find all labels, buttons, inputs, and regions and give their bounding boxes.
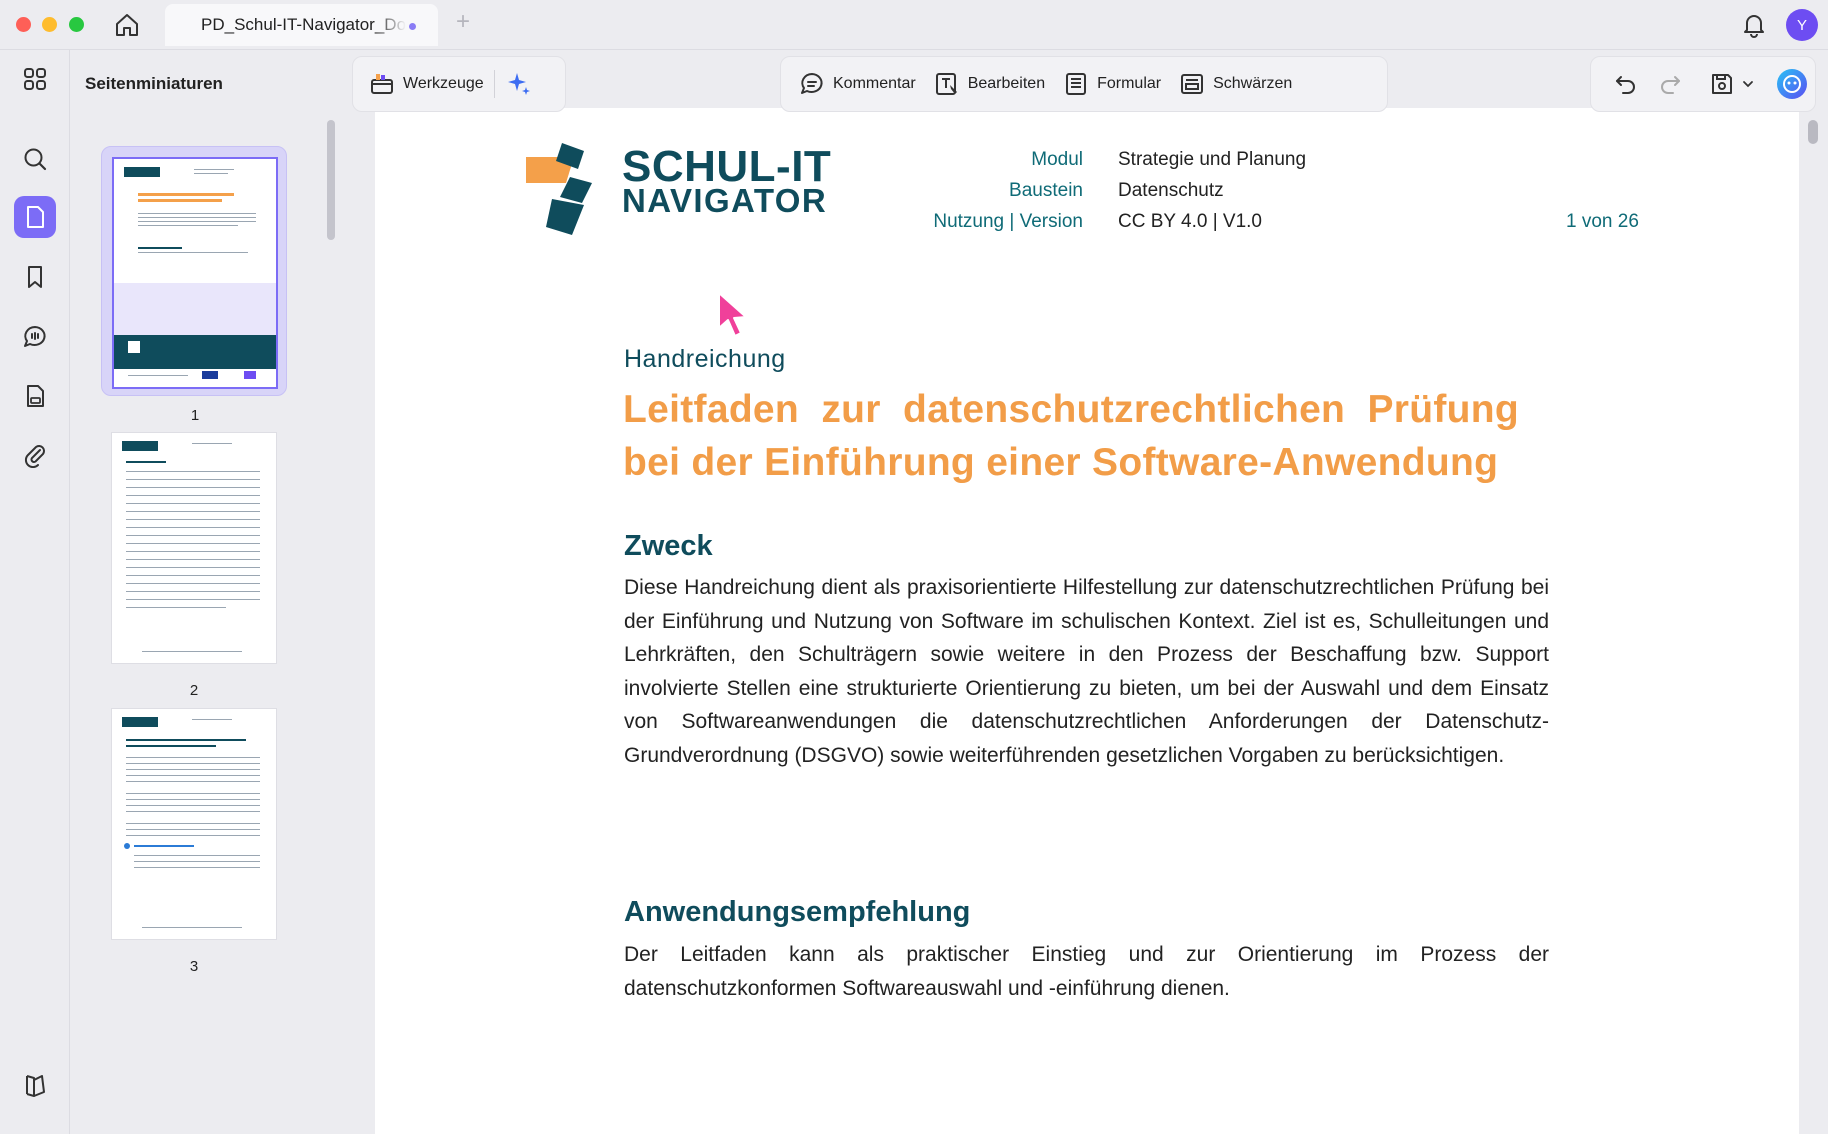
section-title-anwendungsempfehlung: Anwendungsempfehlung bbox=[624, 896, 971, 928]
document-eyebrow: Handreichung bbox=[624, 345, 786, 373]
avatar[interactable]: Y bbox=[1786, 9, 1818, 41]
comment-label: Kommentar bbox=[833, 75, 916, 92]
minimize-window-button[interactable] bbox=[42, 17, 57, 32]
undo-icon[interactable] bbox=[1613, 71, 1639, 97]
ai-assistant-icon[interactable] bbox=[1775, 67, 1809, 101]
document-headline: Leitfaden zur datenschutzrechtlichen Prü… bbox=[623, 383, 1573, 489]
redact-button[interactable]: Schwärzen bbox=[1179, 71, 1292, 97]
thumbnails-title: Seitenminiaturen bbox=[85, 74, 223, 93]
logo-text-line2: NAVIGATOR bbox=[622, 182, 828, 219]
document-scrollbar[interactable] bbox=[1808, 120, 1818, 144]
thumbnail-page-1[interactable]: 1 bbox=[101, 146, 287, 424]
bell-icon[interactable] bbox=[1740, 11, 1768, 39]
title-bar: PD_Schul-IT-Navigator_Do + Y bbox=[0, 0, 1828, 50]
thumbnail-preview bbox=[111, 708, 277, 940]
headline-line-2: bei der Einführung einer Software-Anwend… bbox=[623, 441, 1499, 484]
mouse-cursor-icon bbox=[716, 290, 750, 340]
home-icon[interactable] bbox=[112, 10, 142, 40]
page-icon[interactable] bbox=[14, 196, 56, 238]
page-counter: 1 von 26 bbox=[1566, 211, 1639, 232]
grid-icon[interactable] bbox=[14, 58, 56, 100]
save-icon[interactable] bbox=[1709, 71, 1735, 97]
form-icon bbox=[1066, 73, 1087, 95]
edit-label: Bearbeiten bbox=[967, 75, 1046, 92]
meta-baustein-label: Baustein bbox=[1009, 180, 1083, 201]
actions-toolbar bbox=[1590, 56, 1816, 112]
redo-icon[interactable] bbox=[1657, 71, 1683, 97]
section-text-zweck: Diese Handreichung dient als praxisorien… bbox=[624, 576, 1549, 767]
tab-title: PD_Schul-IT-Navigator_Do bbox=[201, 15, 406, 34]
main-toolbar: Kommentar Bearbeiten Formular Schwärzen bbox=[780, 56, 1388, 112]
search-icon[interactable] bbox=[14, 138, 56, 180]
sidebar-toggle-icon[interactable] bbox=[14, 1064, 56, 1106]
form-label: Formular bbox=[1097, 75, 1162, 92]
unsaved-dot-icon bbox=[409, 23, 416, 30]
headline-line-1: Leitfaden zur datenschutzrechtlichen Prü… bbox=[623, 388, 1520, 431]
section-text-anwendungsempfehlung: Der Leitfaden kann als praktischer Einst… bbox=[624, 943, 1549, 1000]
thumbnail-preview bbox=[111, 432, 277, 664]
thumbnails-panel: Seitenminiaturen 1 2 3 bbox=[71, 50, 341, 1134]
redact-label: Schwärzen bbox=[1213, 75, 1293, 92]
tools-toolbar: Werkzeuge bbox=[352, 56, 566, 112]
document-tab[interactable]: PD_Schul-IT-Navigator_Do bbox=[165, 4, 438, 46]
section-title-zweck: Zweck bbox=[624, 530, 713, 562]
meta-baustein-value: Datenschutz bbox=[1118, 180, 1224, 201]
meta-modul-label: Modul bbox=[1031, 149, 1083, 170]
new-tab-button[interactable]: + bbox=[456, 8, 470, 36]
thumbnails-scrollbar[interactable] bbox=[327, 120, 335, 240]
form-button[interactable]: Formular bbox=[1063, 71, 1161, 97]
schul-it-navigator-logo-mark bbox=[526, 143, 606, 235]
chevron-down-icon[interactable] bbox=[1741, 77, 1755, 91]
thumbnail-preview bbox=[112, 157, 278, 389]
attachment-page-icon[interactable] bbox=[14, 375, 56, 417]
left-rail bbox=[0, 50, 70, 1134]
thumbnail-page-number: 3 bbox=[189, 958, 199, 975]
edit-text-icon bbox=[935, 73, 957, 95]
ai-sparkle-icon[interactable] bbox=[505, 70, 533, 98]
toolbar-divider bbox=[493, 70, 495, 98]
thumbnail-page-2[interactable]: 2 bbox=[101, 422, 287, 699]
thumbnail-page-3[interactable]: 3 bbox=[101, 698, 287, 975]
edit-button[interactable]: Bearbeiten bbox=[934, 71, 1045, 97]
meta-nutzung-label: Nutzung | Version bbox=[933, 211, 1083, 232]
bookmark-icon[interactable] bbox=[14, 256, 56, 298]
zoom-window-button[interactable] bbox=[69, 17, 84, 32]
meta-modul-value: Strategie und Planung bbox=[1118, 149, 1307, 170]
paperclip-icon[interactable] bbox=[14, 434, 56, 476]
tools-label: Werkzeuge bbox=[403, 75, 484, 92]
thumbnail-page-number: 2 bbox=[189, 682, 199, 699]
tools-button[interactable]: Werkzeuge bbox=[369, 71, 484, 97]
redact-icon bbox=[1181, 74, 1204, 94]
comment-icon[interactable] bbox=[14, 316, 56, 358]
comment-bubble-icon bbox=[801, 73, 823, 94]
meta-nutzung-value: CC BY 4.0 | V1.0 bbox=[1118, 211, 1262, 232]
close-window-button[interactable] bbox=[16, 17, 31, 32]
comment-button[interactable]: Kommentar bbox=[799, 71, 916, 97]
toolbox-icon bbox=[371, 74, 393, 94]
